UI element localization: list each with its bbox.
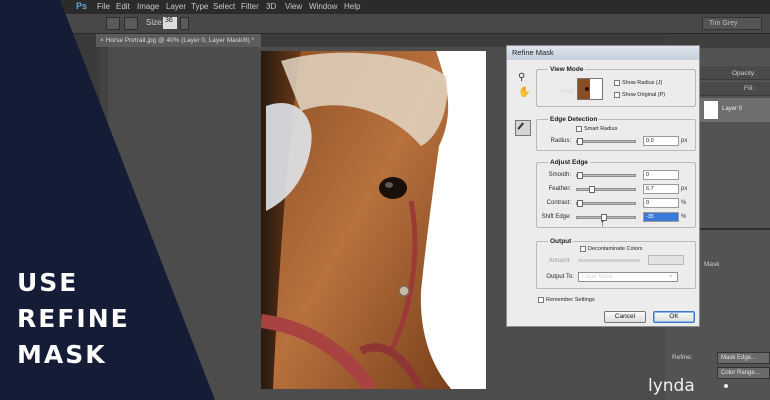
radius-slider-knob[interactable] — [577, 138, 583, 145]
smart-radius-checkbox[interactable] — [576, 126, 582, 132]
mouse-cursor-icon: ↑ — [600, 218, 605, 229]
edge-detection-title: Edge Detection — [548, 116, 600, 123]
smooth-label: Smooth: — [548, 172, 571, 178]
chevron-down-icon: ▼ — [668, 274, 674, 280]
menu-help[interactable]: Help — [344, 2, 360, 11]
output-title: Output — [548, 238, 574, 245]
mask-label: Mask — [704, 261, 720, 268]
amount-slider — [578, 259, 640, 262]
overlay-title-line-1: USE — [17, 268, 79, 297]
output-to-select[interactable]: Layer Mask ▼ — [578, 272, 678, 282]
adjust-edge-title: Adjust Edge — [548, 159, 590, 166]
layer-row[interactable]: Layer 0 — [700, 98, 770, 122]
dialog-title: Refine Mask — [507, 46, 699, 60]
smooth-slider[interactable] — [576, 172, 636, 179]
show-original-label: Show Original (P) — [622, 92, 666, 98]
menu-view[interactable]: View — [285, 2, 302, 11]
output-to-value: Layer Mask — [582, 274, 614, 280]
watermark-dot — [724, 384, 728, 388]
feather-label: Feather: — [548, 186, 571, 192]
remember-settings-checkbox[interactable] — [538, 297, 544, 303]
shift-edge-field[interactable]: -35 — [643, 212, 679, 222]
hand-tool-icon[interactable]: ✋ — [518, 87, 530, 98]
show-radius-label: Show Radius (J) — [622, 80, 663, 86]
overlay-title-line-3: MASK — [17, 340, 107, 369]
refine-label: Refine: — [672, 354, 693, 361]
decontaminate-checkbox[interactable] — [580, 246, 586, 252]
radius-label: Radius: — [550, 138, 571, 144]
shift-edge-label: Shift Edge: — [541, 214, 571, 220]
contrast-label: Contrast: — [546, 200, 571, 206]
refine-radius-tool-icon[interactable] — [515, 120, 531, 136]
feather-slider[interactable] — [576, 186, 636, 193]
amount-label: Amount: — [548, 258, 571, 264]
view-label: View: — [560, 89, 575, 95]
contrast-unit: % — [681, 200, 687, 206]
edge-detection-group — [536, 119, 696, 151]
amount-field — [648, 255, 684, 265]
remember-settings-label: Remember Settings — [546, 297, 595, 303]
lynda-watermark: lynda — [648, 376, 695, 396]
shift-edge-slider[interactable] — [576, 214, 636, 221]
ok-button[interactable]: OK — [653, 311, 695, 323]
zoom-tool-icon[interactable]: ⚲ — [518, 72, 525, 83]
smooth-field[interactable]: 0 — [643, 170, 679, 180]
smart-radius-label: Smart Radius — [584, 126, 618, 132]
decontaminate-label: Decontaminate Colors — [588, 246, 643, 252]
contrast-slider-knob[interactable] — [577, 200, 583, 207]
menu-3d[interactable]: 3D — [266, 2, 276, 11]
menu-filter[interactable]: Filter — [241, 2, 259, 11]
layer-name: Layer 0 — [722, 106, 743, 112]
radius-field[interactable]: 0.0 — [643, 136, 679, 146]
show-radius-checkbox[interactable] — [614, 80, 620, 86]
contrast-slider[interactable] — [576, 200, 636, 207]
feather-unit: px — [681, 186, 688, 192]
opacity-label: Opacity: — [732, 70, 756, 77]
view-mode-group — [536, 69, 696, 107]
show-original-checkbox[interactable] — [614, 92, 620, 98]
shift-edge-unit: % — [681, 214, 687, 220]
view-mode-thumbnail[interactable] — [577, 78, 603, 100]
fill-label: Fill: — [744, 85, 755, 92]
view-mode-title: View Mode — [548, 66, 586, 73]
radius-slider[interactable] — [576, 138, 636, 145]
feather-slider-knob[interactable] — [589, 186, 595, 193]
feather-field[interactable]: 6.7 — [643, 184, 679, 194]
mask-edge-button[interactable]: Mask Edge... — [717, 352, 770, 364]
overlay-title-line-2: REFINE — [17, 304, 130, 333]
layer-thumbnail — [704, 101, 718, 119]
color-range-button[interactable]: Color Range... — [717, 367, 770, 379]
output-to-label: Output To: — [546, 274, 574, 280]
workspace-select[interactable]: Tim Grey — [702, 17, 762, 30]
smooth-slider-knob[interactable] — [577, 172, 583, 179]
menu-window[interactable]: Window — [309, 2, 337, 11]
cancel-button[interactable]: Cancel — [604, 311, 646, 323]
horse-photo — [261, 51, 486, 389]
contrast-field[interactable]: 0 — [643, 198, 679, 208]
radius-unit: px — [681, 138, 688, 144]
